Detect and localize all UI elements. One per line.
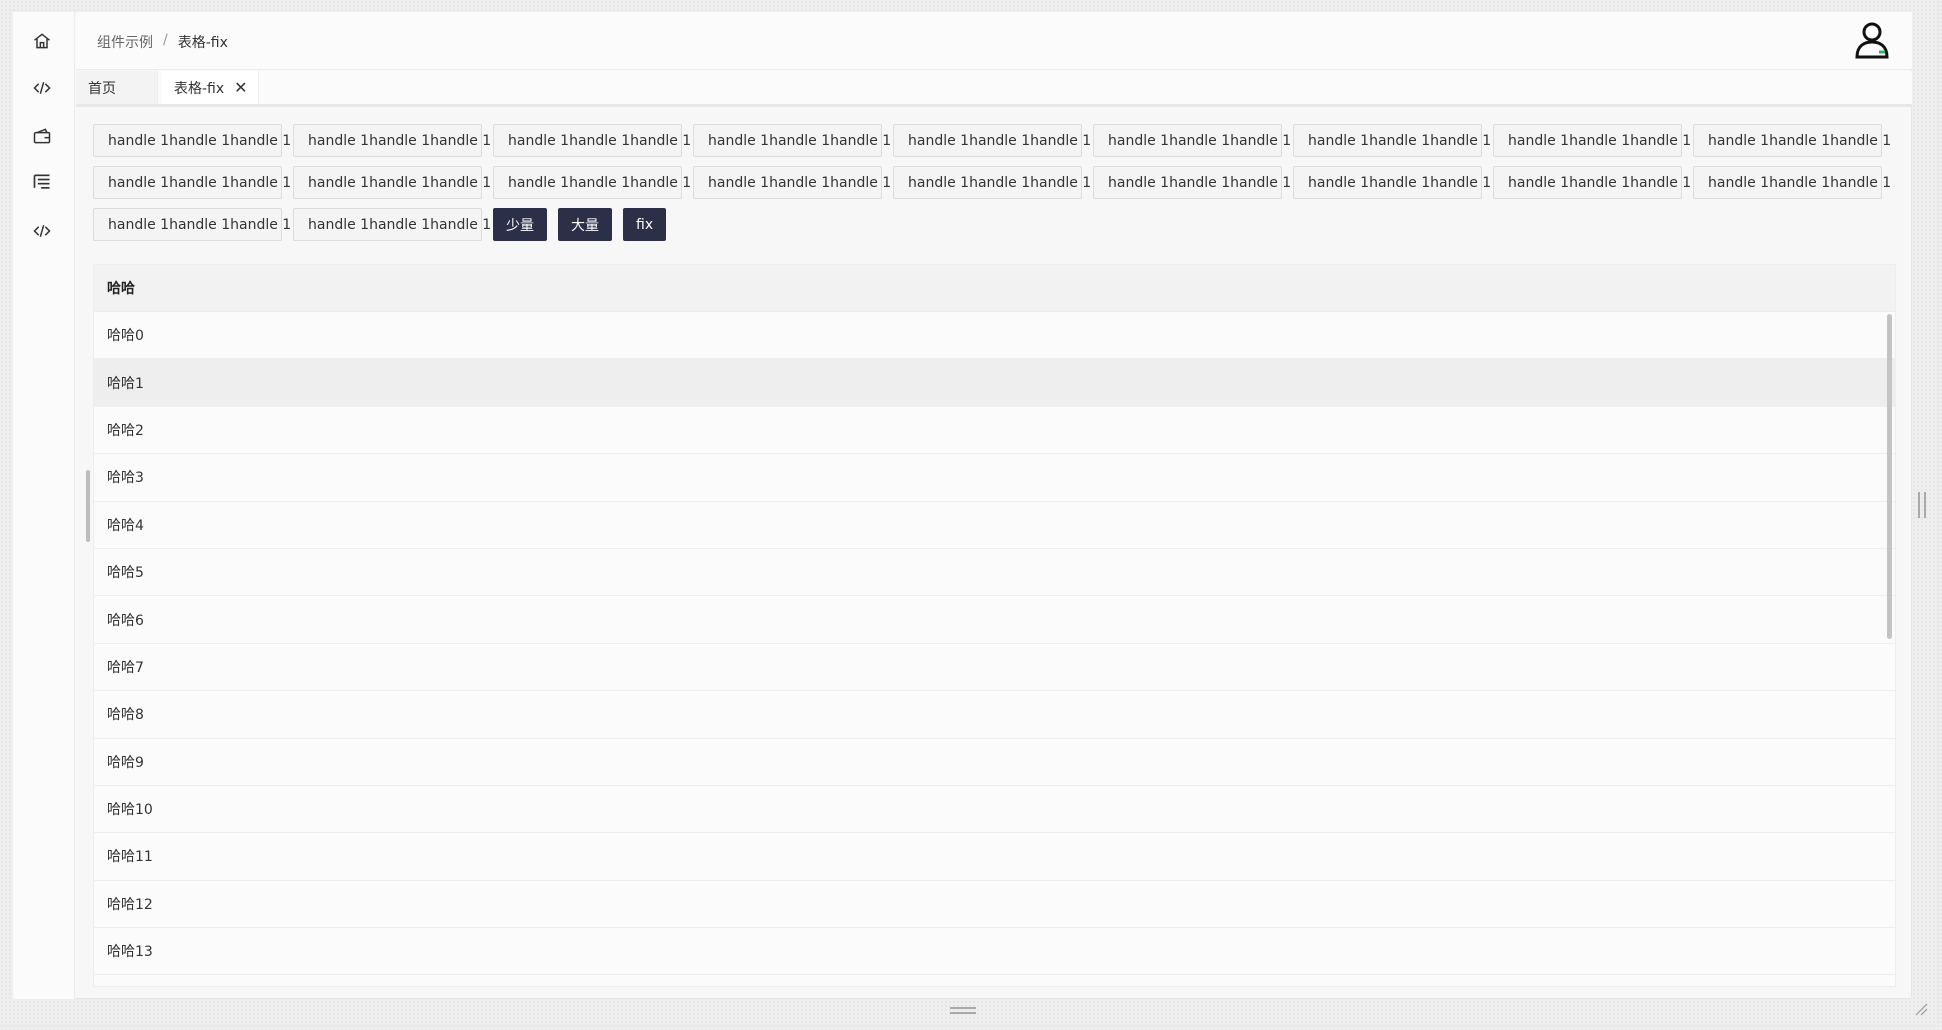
table-row[interactable]: 哈哈8 <box>94 691 1895 739</box>
table-cell: 哈哈13 <box>107 944 153 961</box>
button-row-2: handle 1handle 1handle 1 handle 1handle … <box>93 166 1913 199</box>
tab-table-fix[interactable]: 表格-fix ✕ <box>162 71 259 104</box>
table-row[interactable]: 哈哈13 <box>94 928 1895 976</box>
table-cell: 哈哈9 <box>107 754 144 771</box>
handle-button[interactable]: handle 1handle 1handle 1 <box>893 166 1091 199</box>
wallet-icon[interactable] <box>30 124 54 148</box>
table-header[interactable]: 哈哈 <box>94 265 1895 312</box>
sidebar <box>13 12 75 999</box>
table-cell: 哈哈12 <box>107 896 153 913</box>
tab-home[interactable]: 首页 <box>76 71 158 104</box>
handle-button[interactable]: handle 1handle 1handle 1 <box>1693 166 1891 199</box>
handle-button[interactable]: handle 1handle 1handle 1 <box>493 124 691 157</box>
handle-button[interactable]: handle 1handle 1handle 1 <box>1293 124 1491 157</box>
handle-button[interactable]: handle 1handle 1handle 1 <box>93 208 291 241</box>
table-row[interactable]: 哈哈11 <box>94 833 1895 881</box>
handle-button[interactable]: handle 1handle 1handle 1 <box>1293 166 1491 199</box>
table-cell: 哈哈10 <box>107 802 153 819</box>
table-cell: 哈哈5 <box>107 565 144 582</box>
handle-button[interactable]: handle 1handle 1handle 1 <box>1693 124 1891 157</box>
handle-button[interactable]: handle 1handle 1handle 1 <box>1493 166 1691 199</box>
table-row[interactable]: 哈哈2 <box>94 406 1895 455</box>
handle-button[interactable]: handle 1handle 1handle 1 <box>693 124 891 157</box>
tab-bar: 首页 表格-fix ✕ <box>76 71 1912 107</box>
table-cell: 哈哈2 <box>107 422 144 439</box>
table-cell: 哈哈4 <box>107 517 144 534</box>
breadcrumb: 组件示例 / 表格-fix <box>97 32 228 52</box>
button-toolbar: handle 1handle 1handle 1 handle 1handle … <box>93 124 1913 250</box>
table-cell: 哈哈6 <box>107 612 144 629</box>
table-scrollbar[interactable] <box>1887 314 1892 639</box>
table-row[interactable]: 哈哈7 <box>94 643 1895 692</box>
table-cell: 哈哈8 <box>107 707 144 724</box>
handle-button[interactable]: handle 1handle 1handle 1 <box>693 166 891 199</box>
window-resize-handle-right[interactable] <box>1918 492 1926 518</box>
handle-button[interactable]: handle 1handle 1handle 1 <box>893 124 1091 157</box>
tab-home-label: 首页 <box>88 80 116 97</box>
many-data-button[interactable]: 大量 <box>558 208 612 241</box>
home-icon[interactable] <box>30 29 54 53</box>
handle-button[interactable]: handle 1handle 1handle 1 <box>1093 124 1291 157</box>
button-row-3: handle 1handle 1handle 1 handle 1handle … <box>93 208 1913 241</box>
table-header-cell: 哈哈 <box>107 281 135 297</box>
list-tree-icon[interactable] <box>30 170 54 194</box>
handle-button[interactable]: handle 1handle 1handle 1 <box>293 124 491 157</box>
table-cell: 哈哈1 <box>107 375 144 392</box>
breadcrumb-separator: / <box>163 32 168 48</box>
table-row[interactable]: 哈哈12 <box>94 880 1895 929</box>
table-cell: 哈哈7 <box>107 659 144 676</box>
user-avatar-icon[interactable] <box>1852 20 1892 60</box>
window-resize-handle-bottom[interactable] <box>950 1007 976 1014</box>
code-icon[interactable] <box>30 219 54 243</box>
handle-button[interactable]: handle 1handle 1handle 1 <box>1093 166 1291 199</box>
table-row[interactable]: 哈哈9 <box>94 738 1895 786</box>
handle-button[interactable]: handle 1handle 1handle 1 <box>293 166 491 199</box>
breadcrumb-current: 表格-fix <box>177 35 228 51</box>
tab-table-fix-label: 表格-fix <box>174 80 225 97</box>
close-icon[interactable]: ✕ <box>234 78 247 97</box>
sidebar-resize-handle[interactable] <box>86 470 90 542</box>
button-row-1: handle 1handle 1handle 1 handle 1handle … <box>93 124 1913 157</box>
data-table: 哈哈 哈哈0 哈哈1 哈哈2 哈哈3 哈哈4 哈哈5 哈哈6 哈哈7 哈哈8 哈哈9 哈哈10 哈哈1… <box>93 264 1896 987</box>
table-body: 哈哈0 哈哈1 哈哈2 哈哈3 哈哈4 哈哈5 哈哈6 哈哈7 哈哈8 哈哈9 哈哈10 哈哈11 哈哈… <box>94 312 1895 986</box>
breadcrumb-parent[interactable]: 组件示例 <box>97 32 153 52</box>
table-row[interactable]: 哈哈14 <box>94 975 1895 986</box>
table-row[interactable]: 哈哈10 <box>94 785 1895 834</box>
fix-button[interactable]: fix <box>623 208 667 241</box>
few-data-button[interactable]: 少量 <box>493 208 547 241</box>
handle-button[interactable]: handle 1handle 1handle 1 <box>93 124 291 157</box>
table-row[interactable]: 哈哈6 <box>94 596 1895 644</box>
handle-button[interactable]: handle 1handle 1handle 1 <box>493 166 691 199</box>
table-cell: 哈哈0 <box>107 328 144 345</box>
handle-button[interactable]: handle 1handle 1handle 1 <box>93 166 291 199</box>
table-row[interactable]: 哈哈1 <box>94 359 1895 407</box>
code-icon[interactable] <box>30 76 54 100</box>
table-cell: 哈哈3 <box>107 470 144 487</box>
resize-grip-icon[interactable] <box>1914 1002 1928 1016</box>
handle-button[interactable]: handle 1handle 1handle 1 <box>293 208 491 241</box>
table-row[interactable]: 哈哈3 <box>94 454 1895 502</box>
header: 组件示例 / 表格-fix <box>76 12 1912 70</box>
table-row[interactable]: 哈哈0 <box>94 312 1895 360</box>
handle-button[interactable]: handle 1handle 1handle 1 <box>1493 124 1691 157</box>
table-cell: 哈哈11 <box>107 849 153 866</box>
table-row[interactable]: 哈哈4 <box>94 501 1895 549</box>
table-row[interactable]: 哈哈5 <box>94 548 1895 597</box>
